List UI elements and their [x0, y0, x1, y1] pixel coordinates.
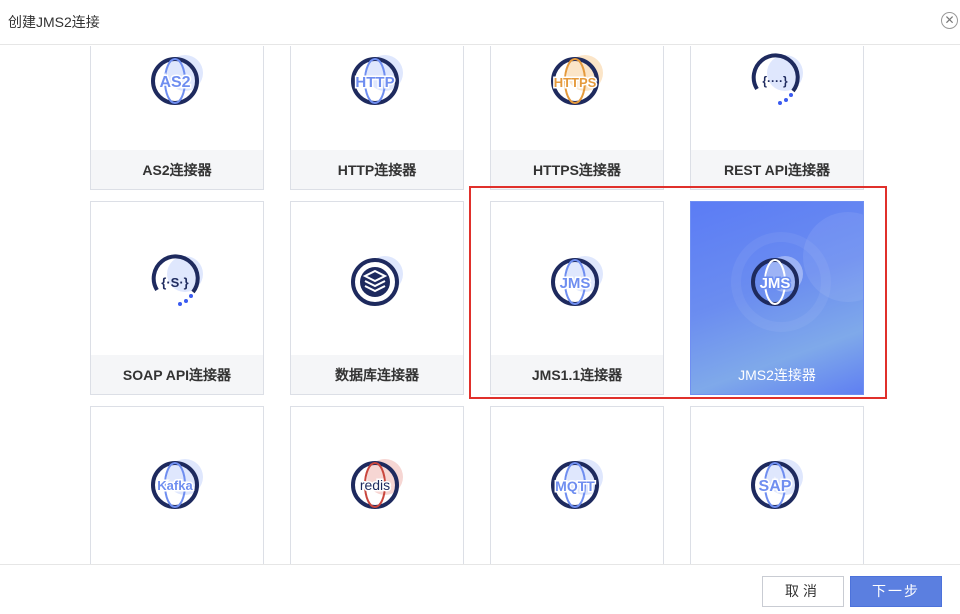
redis-icon: redis [351, 459, 403, 509]
sap-icon: SAP [751, 459, 803, 509]
connector-card-label: HTTP连接器 [291, 150, 463, 189]
svg-text:HTTP: HTTP [355, 74, 394, 91]
as2-icon: AS2 [151, 55, 203, 105]
svg-text:MQTT: MQTT [555, 478, 595, 494]
connector-card-sap[interactable]: SAP [690, 406, 864, 564]
connector-grid: AS2 AS2连接器 HTTP HTTP连接器 HTTPS HTTPS连接器 {… [0, 46, 960, 564]
connector-card-jms11[interactable]: JMS JMS1.1连接器 [490, 201, 664, 395]
connector-card-https[interactable]: HTTPS HTTPS连接器 [490, 46, 664, 190]
connector-card-label: REST API连接器 [691, 150, 863, 189]
soap-api-icon: {·S·} [151, 254, 203, 306]
svg-text:AS2: AS2 [159, 74, 190, 91]
svg-text:{····}: {····} [762, 74, 788, 88]
https-icon: HTTPS [551, 55, 603, 105]
connector-card-jms2[interactable]: JMS JMS2连接器 [690, 201, 864, 395]
svg-text:{·S·}: {·S·} [161, 275, 188, 290]
connector-card-http[interactable]: HTTP HTTP连接器 [290, 46, 464, 190]
connector-card-rest-api[interactable]: {····} REST API连接器 [690, 46, 864, 190]
connector-card-label: HTTPS连接器 [491, 150, 663, 189]
svg-text:HTTPS: HTTPS [554, 75, 597, 90]
close-icon[interactable]: ✕ [941, 12, 958, 29]
connector-card-redis[interactable]: redis [290, 406, 464, 564]
connector-card-label: JMS1.1连接器 [491, 355, 663, 394]
svg-text:redis: redis [360, 477, 390, 493]
jms2-icon: JMS [751, 256, 803, 306]
svg-text:SAP: SAP [759, 478, 792, 495]
svg-text:JMS: JMS [560, 275, 591, 292]
dialog-header: 创建JMS2连接 ✕ [0, 0, 960, 45]
connector-card-label: 数据库连接器 [291, 355, 463, 394]
dialog-title: 创建JMS2连接 [8, 14, 100, 30]
rest-api-icon: {····} [751, 53, 803, 105]
connector-card-kafka[interactable]: Kafka [90, 406, 264, 564]
connector-card-label: JMS2连接器 [738, 367, 816, 383]
cancel-button[interactable]: 取消 [762, 576, 844, 607]
database-layers-icon [351, 256, 403, 306]
connector-card-label: AS2连接器 [91, 150, 263, 189]
kafka-icon: Kafka [151, 459, 203, 509]
connector-card-database[interactable]: 数据库连接器 [290, 201, 464, 395]
connector-card-as2[interactable]: AS2 AS2连接器 [90, 46, 264, 190]
next-step-button[interactable]: 下一步 [850, 576, 942, 607]
dialog-footer: 取消 下一步 [0, 564, 960, 614]
connector-card-mqtt[interactable]: MQTT [490, 406, 664, 564]
connector-card-soap-api[interactable]: {·S·} SOAP API连接器 [90, 201, 264, 395]
svg-text:Kafka: Kafka [157, 478, 193, 493]
mqtt-icon: MQTT [551, 459, 603, 509]
http-icon: HTTP [351, 55, 403, 105]
connector-card-label: SOAP API连接器 [91, 355, 263, 394]
svg-text:JMS: JMS [760, 275, 791, 292]
jms-icon: JMS [551, 256, 603, 306]
